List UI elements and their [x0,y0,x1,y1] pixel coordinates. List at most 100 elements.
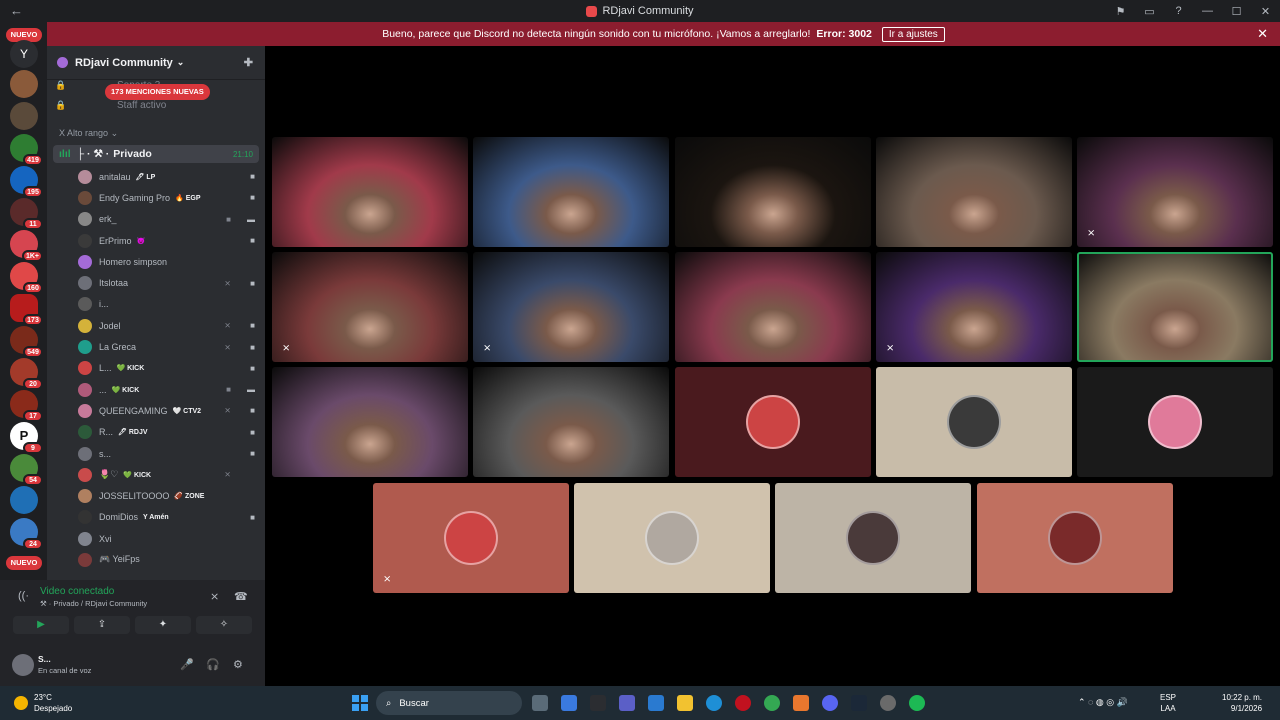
member-row[interactable]: s... ■ [47,443,265,464]
participant-video-tile[interactable] [473,137,669,247]
member-row[interactable]: Xvi [47,528,265,549]
folder-icon[interactable] [677,695,693,711]
member-row[interactable]: DomiDios Y Amén ■ [47,507,265,528]
member-row[interactable]: 🌷♡ 💚 KICK ⨯ [47,464,265,485]
voice-channel-privado[interactable]: ılıl ├ · ⚒ · Privado 21:10 [53,145,259,163]
server-icon-2[interactable]: 195 [10,166,43,198]
windows-start-icon[interactable] [352,695,368,711]
server-icon-5[interactable]: 160 [10,262,43,294]
teams-icon[interactable] [619,695,635,711]
spotify-icon[interactable] [909,695,925,711]
new-mentions-badge[interactable]: 173 MENCIONES NUEVAS [105,84,210,100]
edge-icon[interactable] [706,695,722,711]
go-to-settings-button[interactable]: Ir a ajustes [881,26,945,42]
voice-location[interactable]: ⚒ · Privado / RDjavi Community [40,599,147,608]
participant-video-tile[interactable] [272,137,468,247]
server-icon-3[interactable]: 11 [10,198,43,230]
avatar[interactable] [12,654,34,676]
soundboard-button[interactable]: ✧ [196,616,252,634]
copilot-icon[interactable] [561,695,577,711]
member-row[interactable]: JOSSELITOOOO 🏈 ZONE [47,485,265,506]
help-icon[interactable]: ? [1164,5,1193,17]
headphones-icon[interactable]: 🎧 [206,658,220,671]
noise-suppression-icon[interactable]: ⨯ [210,590,219,603]
tray-icons[interactable]: ⌃ ◌ ◍ ◎ 🔊 [1078,697,1128,708]
participant-video-tile[interactable] [675,252,871,362]
microphone-icon[interactable]: 🎤 [180,658,194,671]
server-icon-1[interactable]: 419 [10,134,43,166]
participant-avatar-tile[interactable] [574,483,770,593]
chrome-icon[interactable] [764,695,780,711]
clock[interactable]: 10:22 p. m. 9/1/2026 [1222,692,1262,714]
participant-avatar-tile[interactable] [1077,367,1273,477]
participant-video-tile[interactable] [675,137,871,247]
server-icon-7[interactable]: 20 [10,358,43,390]
minimize-button[interactable]: — [1193,5,1222,17]
member-row[interactable]: i... [47,294,265,315]
server-icon-8[interactable]: 17 [10,390,43,422]
taskbar-search[interactable]: ⌕ Buscar [376,691,522,715]
app-icon-2[interactable] [793,695,809,711]
member-row[interactable]: Jodel ⨯ ■ [47,315,265,336]
member-row[interactable]: 🎮 YeiFps [47,549,265,570]
server-icon-avatar-1[interactable] [10,70,38,98]
server-icon-6[interactable]: 549 [10,326,43,358]
language-indicator[interactable]: ESP LAA [1160,692,1176,714]
member-row[interactable]: ErPrimo 😈 ■ [47,230,265,251]
screen-icon[interactable]: ▭ [1135,5,1164,18]
participant-video-tile[interactable]: ⨯ [876,252,1072,362]
server-icon-current[interactable]: 173 [10,294,43,326]
person-add-icon[interactable]: ✚ [244,56,253,69]
participant-video-tile[interactable] [876,137,1072,247]
close-button[interactable]: ✕ [1251,5,1280,18]
participant-video-tile[interactable]: ⨯ [272,252,468,362]
settings-gear-icon[interactable]: ⚙ [233,658,243,671]
participant-avatar-tile[interactable] [675,367,871,477]
participant-video-tile[interactable]: ⨯ [473,252,669,362]
server-icon-9[interactable]: 54 [10,454,43,486]
screen-share-button[interactable]: ⇪ [74,616,130,634]
steam-icon[interactable] [851,695,867,711]
camera-button[interactable]: ▶ [13,616,69,634]
member-row[interactable]: erk_ ■ ▬ [47,209,265,230]
app-icon[interactable] [590,695,606,711]
member-row[interactable]: QUEENGAMING 🤍 CTV2 ⨯ ■ [47,400,265,421]
guild-header[interactable]: RDjavi Community ⌄ ✚ [47,46,265,80]
member-row[interactable]: Homero simpson [47,251,265,272]
task-view-icon[interactable] [532,695,548,711]
banner-close-icon[interactable]: ✕ [1257,26,1268,42]
server-icon-11[interactable]: 24 [10,518,43,550]
participant-video-tile[interactable] [272,367,468,477]
server-icon-4[interactable]: 1K+ [10,230,43,262]
disconnect-icon[interactable]: ☎ [234,590,248,603]
participant-avatar-tile[interactable]: ⨯ [373,483,569,593]
server-icon-avatar-2[interactable] [10,102,38,130]
server-icon-v[interactable]: Y [10,40,38,68]
participant-video-tile[interactable] [473,367,669,477]
server-icon-10[interactable] [10,486,38,514]
member-row[interactable]: La Greca ⨯ ■ [47,336,265,357]
app-icon-3[interactable] [880,695,896,711]
participant-avatar-tile[interactable] [775,483,971,593]
server-icon-p[interactable]: P9 [10,422,43,454]
activities-button[interactable]: ✦ [135,616,191,634]
participant-avatar-tile[interactable] [876,367,1072,477]
member-row[interactable]: anitalau 🖊 LP ■ [47,166,265,187]
participant-avatar-tile[interactable] [977,483,1173,593]
signal-icon[interactable]: ((· [18,590,29,602]
category-alto-rango[interactable]: X Alto rango ⌄ [59,128,118,139]
maximize-button[interactable]: ☐ [1222,5,1251,18]
weather-widget[interactable]: 23°C Despejado [14,692,72,714]
back-arrow-icon[interactable]: ← [10,3,23,18]
member-row[interactable]: Endy Gaming Pro 🔥 EGP ■ [47,187,265,208]
inbox-icon[interactable]: ⚑ [1106,5,1135,18]
participant-video-tile[interactable] [1077,252,1273,362]
discord-icon[interactable] [822,695,838,711]
member-row[interactable]: Itslotaa ⨯ ■ [47,272,265,293]
participant-video-tile[interactable]: ⨯ [1077,137,1273,247]
member-row[interactable]: ... 💚 KICK ■ ▬ [47,379,265,400]
member-row[interactable]: L... 💚 KICK ■ [47,358,265,379]
opera-icon[interactable] [735,695,751,711]
store-icon[interactable] [648,695,664,711]
member-row[interactable]: R... 🖊 RDJV ■ [47,422,265,443]
